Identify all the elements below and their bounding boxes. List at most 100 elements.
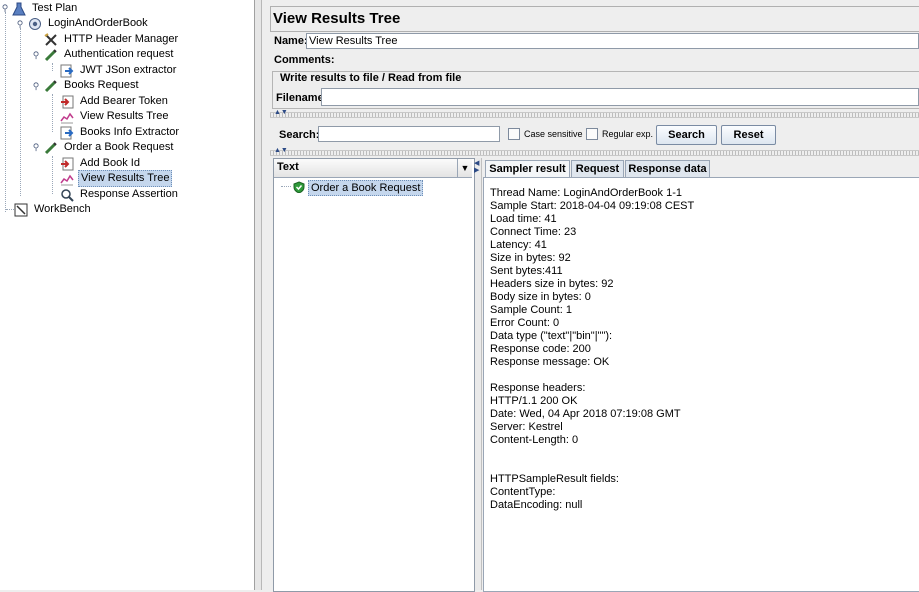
tree-item-label: WorkBench	[34, 203, 91, 215]
tree-item-label: View Results Tree	[80, 110, 169, 122]
results-list[interactable]	[273, 158, 475, 592]
result-line: Latency: 41	[490, 239, 547, 251]
tree-item-label: Books Request	[64, 79, 139, 91]
panel-title: View Results Tree	[273, 10, 401, 27]
panel-splitter[interactable]	[255, 0, 262, 590]
result-line: Server: Kestrel	[490, 421, 563, 433]
tree-item-label: Add Bearer Token	[80, 95, 168, 107]
tree-item-books-request[interactable]: Books Request	[44, 78, 141, 93]
extractor-icon	[60, 64, 74, 78]
header-manager-icon	[44, 32, 58, 47]
tree-item-thread-group[interactable]: LoginAndOrderBook	[28, 16, 150, 31]
tree-item-add-bearer-token[interactable]: Add Bearer Token	[60, 94, 170, 109]
result-line: ContentType:	[490, 486, 556, 498]
extractor-icon	[60, 126, 74, 140]
result-line: Load time: 41	[490, 213, 557, 225]
tree-item-label: JWT JSon extractor	[80, 64, 177, 76]
file-group-title: Write results to file / Read from file	[278, 72, 464, 84]
tree-item-books-info-extractor[interactable]: Books Info Extractor	[60, 125, 181, 140]
test-plan-icon	[12, 2, 26, 16]
tree-item-response-assertion[interactable]: Response Assertion	[60, 187, 180, 202]
result-line: Thread Name: LoginAndOrderBook 1-1	[490, 187, 682, 199]
results-tree-icon	[60, 172, 74, 186]
collapse-arrows-icon[interactable]: ▲▼	[274, 147, 288, 154]
collapse-toggle[interactable]: ⚲	[1, 3, 9, 14]
case-sensitive-checkbox[interactable]: Case sensitive	[508, 128, 583, 140]
collapse-toggle[interactable]: ⚲	[32, 142, 40, 153]
tab-response-data[interactable]: Response data	[625, 160, 710, 177]
success-shield-icon	[293, 181, 305, 196]
results-tree-icon	[60, 110, 74, 124]
tree-connector	[52, 94, 53, 132]
name-label: Name:	[274, 35, 308, 47]
sampler-result-pane[interactable]: Thread Name: LoginAndOrderBook 1-1 Sample…	[483, 177, 919, 592]
checkbox-box[interactable]	[586, 128, 598, 140]
tree-connector	[281, 186, 291, 187]
case-sensitive-label: Case sensitive	[524, 129, 583, 139]
renderer-select[interactable]: Text ▼	[274, 159, 472, 178]
result-line: HTTP/1.1 200 OK	[490, 395, 578, 407]
tree-item-view-results-tree-selected[interactable]: View Results Tree	[60, 170, 173, 187]
splitter-handle[interactable]	[475, 158, 482, 590]
splitter-handle[interactable]	[270, 112, 919, 118]
tree-item-http-header-manager[interactable]: HTTP Header Manager	[44, 32, 180, 47]
tree-item-test-plan[interactable]: Test Plan	[12, 1, 79, 16]
regular-exp-checkbox[interactable]: Regular exp.	[586, 128, 653, 140]
filename-input[interactable]	[321, 88, 919, 106]
search-button[interactable]: Search	[656, 125, 717, 145]
tree-connector	[20, 28, 21, 196]
tree-item-label: Order a Book Request	[64, 141, 174, 153]
renderer-value: Text	[277, 161, 299, 173]
tree-connector	[52, 156, 53, 194]
collapse-arrows-icon[interactable]: ▲▼	[274, 109, 288, 116]
result-line: Response message: OK	[490, 356, 610, 368]
result-line	[490, 460, 694, 473]
tree-connector	[5, 12, 6, 212]
collapse-arrows-icon[interactable]: ◀ ▶	[474, 160, 479, 174]
result-line: Sample Count: 1	[490, 304, 572, 316]
workbench-icon	[14, 203, 28, 217]
test-plan-tree[interactable]: ⚲ ⚲ ⚲ ⚲ ⚲ Test Plan LoginAndOrderBook HT…	[0, 0, 255, 590]
result-line: Error Count: 0	[490, 317, 560, 329]
tree-item-jwt-json-extractor[interactable]: JWT JSon extractor	[60, 63, 178, 78]
sampler-icon	[44, 141, 58, 155]
result-line: Size in bytes: 92	[490, 252, 571, 264]
tree-item-label: HTTP Header Manager	[64, 33, 179, 45]
tree-item-workbench[interactable]: WorkBench	[14, 202, 93, 217]
tree-item-add-book-id[interactable]: Add Book Id	[60, 156, 142, 171]
result-line: Data type ("text"|"bin"|""):	[490, 330, 613, 342]
result-line: Headers size in bytes: 92	[490, 278, 614, 290]
reset-button[interactable]: Reset	[721, 125, 776, 145]
filename-label: Filename	[276, 92, 324, 104]
sampler-icon	[44, 79, 58, 93]
sampler-result-text: Thread Name: LoginAndOrderBook 1-1 Sample…	[490, 187, 694, 512]
result-line: Sample Start: 2018-04-04 09:19:08 CEST	[490, 200, 695, 212]
collapse-toggle[interactable]: ⚲	[32, 50, 40, 61]
tree-item-view-results-tree[interactable]: View Results Tree	[60, 109, 170, 124]
result-line: HTTPSampleResult fields:	[490, 473, 619, 485]
search-input[interactable]	[318, 126, 500, 142]
sampler-icon	[44, 48, 58, 62]
preprocessor-icon	[60, 95, 74, 109]
search-label: Search:	[279, 129, 320, 141]
result-line: Content-Length: 0	[490, 434, 579, 446]
preprocessor-icon	[60, 157, 74, 171]
tab-request[interactable]: Request	[571, 160, 624, 177]
tree-item-label: LoginAndOrderBook	[48, 17, 148, 29]
name-field[interactable]: View Results Tree	[306, 33, 919, 49]
splitter-handle[interactable]	[270, 150, 919, 156]
thread-group-icon	[28, 17, 42, 31]
tab-sampler-result[interactable]: Sampler result	[485, 160, 570, 178]
collapse-toggle[interactable]: ⚲	[16, 19, 24, 30]
chevron-down-icon[interactable]: ▼	[457, 159, 472, 177]
collapse-toggle[interactable]: ⚲	[32, 81, 40, 92]
tree-item-label: Add Book Id	[80, 157, 140, 169]
checkbox-box[interactable]	[508, 128, 520, 140]
result-line: DataEncoding: null	[490, 499, 583, 511]
tree-item-label: Books Info Extractor	[80, 126, 180, 138]
tree-item-authentication-request[interactable]: Authentication request	[44, 47, 175, 62]
result-line	[490, 447, 694, 460]
result-item-order-a-book-request[interactable]: Order a Book Request	[308, 180, 424, 196]
comments-label: Comments:	[274, 54, 335, 66]
tree-item-order-a-book-request[interactable]: Order a Book Request	[44, 140, 175, 155]
